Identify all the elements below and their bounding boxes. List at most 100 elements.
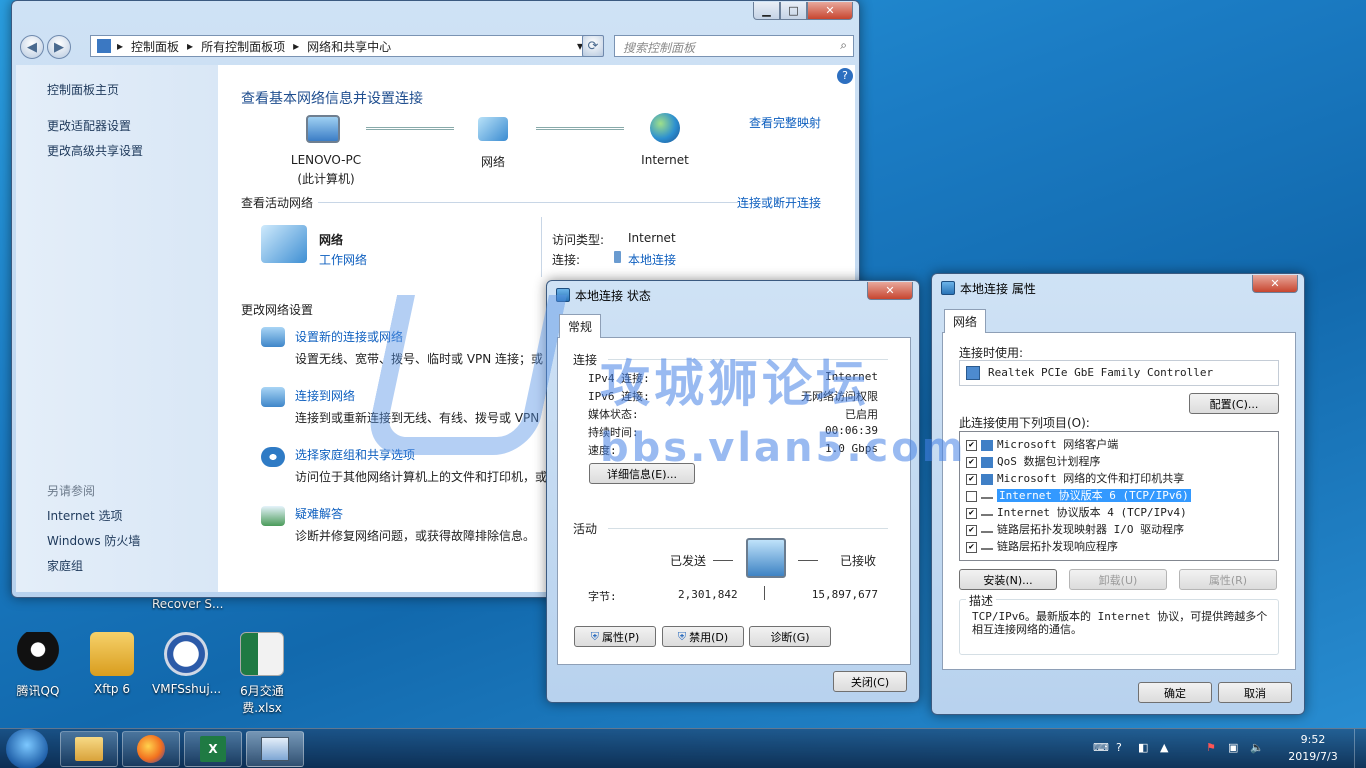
list-item[interactable]: ✔ Microsoft 网络的文件和打印机共享 (966, 470, 1184, 486)
details-button[interactable]: 详细信息(E)... (589, 463, 695, 484)
sidebar-link-homegroup[interactable]: 家庭组 (47, 557, 83, 574)
desktop-icon-xftp[interactable]: Xftp 6 (78, 632, 146, 696)
help-tray-icon[interactable]: ? (1116, 741, 1122, 754)
tab-networking[interactable]: 网络 (944, 309, 987, 333)
page-title: 查看基本网络信息并设置连接 (241, 91, 423, 107)
clock-date[interactable]: 2019/7/3 (1282, 750, 1344, 763)
close-dialog-button[interactable]: 关闭(C) (833, 671, 907, 692)
task-troubleshoot[interactable]: 疑难解答 (295, 505, 343, 522)
action-center-flag-icon[interactable]: ⚑ (1206, 741, 1216, 754)
taskbar-excel-button[interactable]: X (184, 731, 242, 767)
troubleshoot-icon (261, 506, 285, 526)
refresh-icon[interactable]: ⟳ (582, 35, 604, 57)
description-label: 描述 (966, 592, 997, 609)
show-hidden-icons-icon[interactable]: ▲ (1160, 741, 1168, 754)
checkbox[interactable]: ✔ (966, 541, 977, 553)
keyboard-icon[interactable]: ⌨ (1093, 741, 1109, 754)
search-input[interactable]: 搜索控制面板 ⌕ (614, 35, 854, 57)
search-icon[interactable]: ⌕ (840, 38, 847, 53)
sidebar-link-sharing[interactable]: 更改高级共享设置 (47, 142, 143, 159)
disable-button[interactable]: ⛨ 禁用(D) (662, 626, 744, 647)
breadcrumb-item[interactable]: 所有控制面板项 (201, 38, 285, 55)
close-button[interactable]: ✕ (807, 2, 853, 20)
start-button[interactable] (6, 729, 48, 768)
desktop-icon-qq[interactable]: 腾讯QQ (4, 632, 72, 699)
volume-icon[interactable]: 🔈 (1250, 741, 1264, 754)
uninstall-button[interactable]: 卸载(U) (1069, 569, 1167, 590)
forward-button[interactable]: ▶ (47, 35, 71, 59)
items-list[interactable]: ✔ Microsoft 网络客户端 ✔ QoS 数据包计划程序 ✔ Microsoft… (959, 431, 1279, 561)
map-internet-label: Internet (641, 153, 689, 167)
task-description: 连接到或重新连接到无线、有线、拨号或 VPN (295, 411, 540, 425)
network-type-link[interactable]: 工作网络 (319, 251, 367, 268)
show-desktop-button[interactable] (1354, 729, 1366, 768)
status-row-label: 持续时间: (588, 426, 639, 439)
sidebar-link-adapter[interactable]: 更改适配器设置 (47, 117, 131, 134)
list-item[interactable]: ✔ QoS 数据包计划程序 (966, 453, 1101, 469)
back-button[interactable]: ◀ (20, 35, 44, 59)
connection-section-label: 连接 (573, 353, 598, 367)
minimize-button[interactable]: ▁ (753, 2, 780, 20)
checkbox[interactable]: ✔ (966, 507, 977, 519)
network-tray-icon[interactable]: ▣ (1228, 741, 1238, 754)
zip-archive-icon (164, 632, 208, 676)
tab-general[interactable]: 常规 (559, 314, 602, 338)
task-connect-network[interactable]: 连接到网络 (295, 387, 355, 404)
change-settings-label: 更改网络设置 (241, 303, 314, 317)
clock-time[interactable]: 9:52 (1290, 733, 1336, 746)
bytes-label: 字节: (588, 590, 617, 603)
help-icon[interactable]: ? (837, 68, 853, 84)
close-button[interactable]: ✕ (1252, 275, 1298, 293)
desktop-icon-vmfs[interactable]: VMFSshuj... (152, 632, 222, 696)
connect-disconnect-link[interactable]: 连接或断开连接 (737, 194, 821, 211)
checkbox[interactable]: ✔ (966, 524, 977, 536)
taskbar-firefox-button[interactable] (122, 731, 180, 767)
status-row-label: 媒体状态: (588, 408, 639, 421)
cancel-button[interactable]: 取消 (1218, 682, 1292, 703)
firefox-icon (137, 735, 165, 763)
desktop-icon-xlsx[interactable]: 6月交通费.xlsx (228, 632, 296, 716)
tray-app-icon[interactable]: ◧ (1138, 741, 1148, 754)
diagnose-button[interactable]: 诊断(G) (749, 626, 831, 647)
sidebar-link-home[interactable]: 控制面板主页 (47, 81, 119, 98)
ok-button[interactable]: 确定 (1138, 682, 1212, 703)
excel-file-icon (240, 632, 284, 676)
maximize-button[interactable]: □ (780, 2, 807, 20)
checkbox[interactable]: ✔ (966, 439, 977, 451)
sidebar-link-firewall[interactable]: Windows 防火墙 (47, 532, 140, 549)
install-button[interactable]: 安装(N)... (959, 569, 1057, 590)
list-item-selected[interactable]: Internet 协议版本 6 (TCP/IPv6) (966, 487, 1191, 503)
local-connection-link[interactable]: 本地连接 (628, 251, 676, 268)
window-caption-buttons: ✕ (1252, 275, 1298, 293)
list-item[interactable]: ✔ 链路层拓扑发现映射器 I/O 驱动程序 (966, 521, 1184, 537)
breadcrumb-item[interactable]: 网络和共享中心 (307, 38, 391, 55)
connection-status-dialog: 本地连接 状态 ✕ 常规 连接 IPv4 连接: Internet IPv6 连… (546, 280, 920, 703)
task-homegroup[interactable]: 选择家庭组和共享选项 (295, 446, 415, 463)
checkbox[interactable]: ✔ (966, 456, 977, 468)
status-row-value: 已启用 (845, 408, 878, 421)
list-item[interactable]: ✔ Microsoft 网络客户端 (966, 436, 1118, 452)
address-bar[interactable]: ▸ 控制面板 ▸ 所有控制面板项 ▸ 网络和共享中心 ▾ (90, 35, 590, 57)
breadcrumb-item[interactable]: 控制面板 (131, 38, 179, 55)
task-new-connection[interactable]: 设置新的连接或网络 (295, 328, 403, 345)
checkbox[interactable] (966, 490, 977, 502)
taskbar-control-panel-button[interactable] (246, 731, 304, 767)
properties-button[interactable]: ⛨ 属性(P) (574, 626, 656, 647)
configure-button[interactable]: 配置(C)... (1189, 393, 1279, 414)
shield-icon: ⛨ (677, 629, 687, 643)
task-description: 访问位于其他网络计算机上的文件和打印机，或 (295, 470, 548, 484)
active-networks-label: 查看活动网络 (241, 196, 314, 210)
taskbar-explorer-button[interactable] (60, 731, 118, 767)
checkbox[interactable]: ✔ (966, 473, 977, 485)
list-item[interactable]: ✔ 链路层拓扑发现响应程序 (966, 538, 1118, 554)
items-label: 此连接使用下列项目(O): (959, 416, 1090, 430)
item-properties-button[interactable]: 属性(R) (1179, 569, 1277, 590)
view-full-map-link[interactable]: 查看完整映射 (749, 114, 821, 131)
new-connection-icon (261, 327, 285, 347)
close-button[interactable]: ✕ (867, 282, 913, 300)
status-row-label: 速度: (588, 444, 617, 457)
sidebar-link-internet-options[interactable]: Internet 选项 (47, 507, 122, 524)
desktop-icon-label: VMFSshuj... (152, 682, 222, 696)
list-item[interactable]: ✔ Internet 协议版本 4 (TCP/IPv4) (966, 504, 1187, 520)
desktop-partial-label: Recover S... (152, 597, 224, 611)
